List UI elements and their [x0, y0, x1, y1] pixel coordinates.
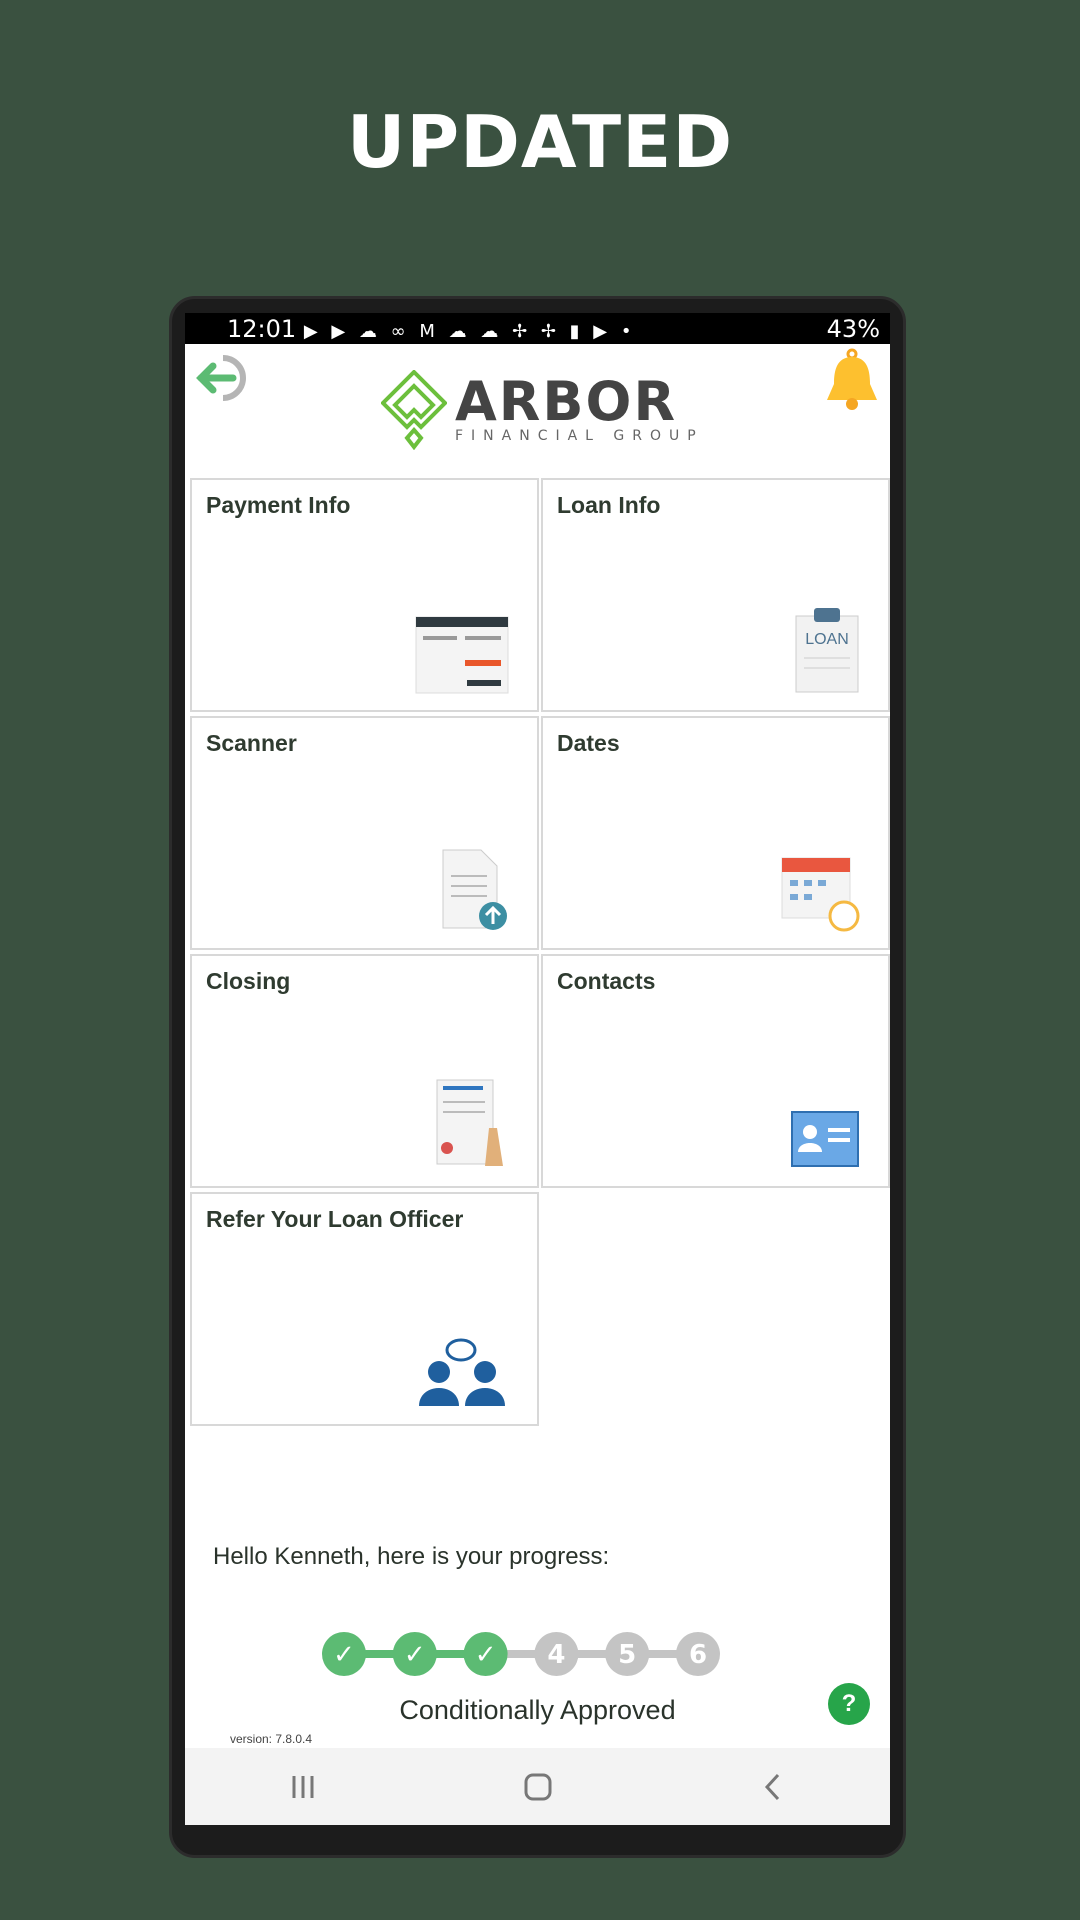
- signed-document-icon: [436, 1079, 503, 1166]
- home-icon[interactable]: [523, 1772, 553, 1802]
- recent-apps-icon[interactable]: [288, 1772, 318, 1802]
- bell-icon[interactable]: [822, 348, 882, 414]
- arbor-tree-icon: [381, 370, 447, 450]
- loan-status: Conditionally Approved: [399, 1695, 676, 1725]
- tile-dates[interactable]: Dates: [541, 716, 890, 950]
- tile-label: Scanner: [206, 730, 297, 756]
- tile-label: Dates: [557, 730, 620, 756]
- step-check-icon: ✓: [475, 1640, 497, 1670]
- people-chat-icon: [419, 1338, 505, 1406]
- status-time: 12:01: [227, 314, 297, 343]
- loan-clipboard-icon: LOAN: [795, 608, 859, 693]
- menu-grid: Payment Info Loan Info LOAN Scanner Date…: [190, 478, 890, 1426]
- tile-loan-info[interactable]: Loan Info LOAN: [541, 478, 890, 712]
- step-number: 4: [547, 1640, 565, 1670]
- tile-contacts[interactable]: Contacts: [541, 954, 890, 1188]
- tile-scanner[interactable]: Scanner: [190, 716, 539, 950]
- tile-label: Loan Info: [557, 492, 661, 518]
- tile-refer-loan-officer[interactable]: Refer Your Loan Officer: [190, 1192, 539, 1426]
- step-number: 6: [689, 1640, 707, 1670]
- payment-form-icon: [415, 616, 509, 694]
- tile-label: Contacts: [557, 968, 656, 994]
- status-bar: 12:01 ▶ ▶ ☁ ∞ M ☁ ☁ ✢ ✢ ▮ ▶ • 43%: [185, 313, 890, 344]
- android-nav-bar: [185, 1748, 890, 1825]
- notification-icons: ▶ ▶ ☁ ∞ M ☁ ☁ ✢ ✢ ▮ ▶ •: [303, 320, 636, 342]
- help-button[interactable]: ?: [828, 1683, 870, 1725]
- step-check-icon: ✓: [404, 1640, 426, 1670]
- tile-label: Refer Your Loan Officer: [206, 1206, 464, 1232]
- progress-stepper: ✓ ✓ ✓ 4 5 6: [322, 1632, 720, 1676]
- logout-icon[interactable]: [193, 352, 255, 404]
- contact-card-icon: [791, 1111, 859, 1167]
- brand-name: ARBOR: [455, 370, 678, 433]
- calendar-clock-icon: [781, 857, 860, 932]
- version-label: version: 7.8.0.4: [230, 1732, 313, 1746]
- document-upload-icon: [442, 849, 507, 930]
- tile-payment-info[interactable]: Payment Info: [190, 478, 539, 712]
- greeting: Hello Kenneth, here is your progress:: [213, 1543, 610, 1570]
- tile-label: Closing: [206, 968, 291, 994]
- step-check-icon: ✓: [333, 1640, 355, 1670]
- svg-text:LOAN: LOAN: [805, 631, 849, 648]
- app-screen: 12:01 ▶ ▶ ☁ ∞ M ☁ ☁ ✢ ✢ ▮ ▶ • 43% ARBOR …: [185, 313, 890, 1825]
- back-icon[interactable]: [758, 1772, 788, 1802]
- battery-level: 43%: [826, 314, 880, 343]
- tile-closing[interactable]: Closing: [190, 954, 539, 1188]
- headline: UPDATED: [346, 100, 734, 184]
- brand-subtitle: FINANCIAL GROUP: [455, 428, 704, 444]
- tile-label: Payment Info: [206, 492, 351, 518]
- header: ARBOR FINANCIAL GROUP: [185, 344, 890, 477]
- step-number: 5: [618, 1640, 636, 1670]
- arbor-logo: ARBOR FINANCIAL GROUP: [381, 370, 704, 450]
